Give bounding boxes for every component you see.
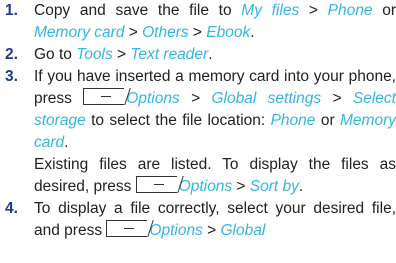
step-note: Existing files are listed. To display th… bbox=[34, 154, 396, 198]
text-run: or bbox=[372, 2, 396, 19]
text-run: > bbox=[112, 46, 131, 63]
text-run: > bbox=[179, 90, 212, 107]
menu-path-term: Options bbox=[126, 90, 180, 107]
step-text: If you have inserted a memory card into … bbox=[34, 66, 396, 154]
text-run: Go to bbox=[34, 46, 77, 63]
step-text: Copy and save the file to My files > Pho… bbox=[34, 0, 396, 44]
text-run: > bbox=[202, 222, 221, 239]
menu-path-term: Phone bbox=[270, 112, 316, 129]
menu-path-term: Text reader bbox=[130, 46, 209, 63]
left-softkey-icon bbox=[135, 176, 177, 193]
left-softkey-icon bbox=[106, 220, 148, 237]
step-text: To display a file correctly, select your… bbox=[34, 198, 396, 242]
menu-path-term: Tools bbox=[76, 46, 113, 63]
menu-path-term: Phone bbox=[327, 2, 373, 19]
menu-path-term: Global settings bbox=[211, 90, 322, 107]
text-run: . bbox=[298, 178, 304, 195]
text-run: > bbox=[299, 2, 328, 19]
text-run: Copy and save the file to bbox=[34, 2, 242, 19]
left-softkey-icon bbox=[83, 88, 125, 105]
instruction-document: 1. Copy and save the file to My files > … bbox=[0, 0, 396, 263]
step-3: 3. If you have inserted a memory card in… bbox=[0, 66, 396, 198]
text-run: > bbox=[124, 24, 143, 41]
text-run: . bbox=[208, 46, 213, 63]
step-number: 2. bbox=[5, 46, 18, 63]
text-run: to select the file location: bbox=[85, 112, 271, 129]
menu-path-term: My files bbox=[241, 2, 300, 19]
text-run: > bbox=[188, 24, 207, 41]
step-number: 3. bbox=[5, 68, 18, 85]
text-run: . bbox=[64, 134, 69, 151]
step-number: 4. bbox=[5, 200, 18, 217]
step-number: 1. bbox=[5, 2, 18, 19]
menu-path-term: Options bbox=[178, 178, 233, 195]
text-run: . bbox=[250, 24, 255, 41]
menu-path-term: Sort by bbox=[249, 178, 299, 195]
menu-path-term: Global bbox=[220, 222, 266, 239]
step-text: Go to Tools > Text reader. bbox=[34, 44, 396, 66]
menu-path-term: Ebook bbox=[206, 24, 251, 41]
step-4: 4. To display a file correctly, select y… bbox=[0, 198, 396, 242]
menu-path-term: Others bbox=[142, 24, 189, 41]
menu-path-term: Memory card bbox=[34, 24, 125, 41]
text-run: > bbox=[321, 90, 353, 107]
menu-path-term: Options bbox=[149, 222, 203, 239]
text-run: > bbox=[232, 178, 250, 195]
text-run: or bbox=[315, 112, 340, 129]
step-1: 1. Copy and save the file to My files > … bbox=[0, 0, 396, 44]
step-2: 2. Go to Tools > Text reader. bbox=[0, 44, 396, 66]
